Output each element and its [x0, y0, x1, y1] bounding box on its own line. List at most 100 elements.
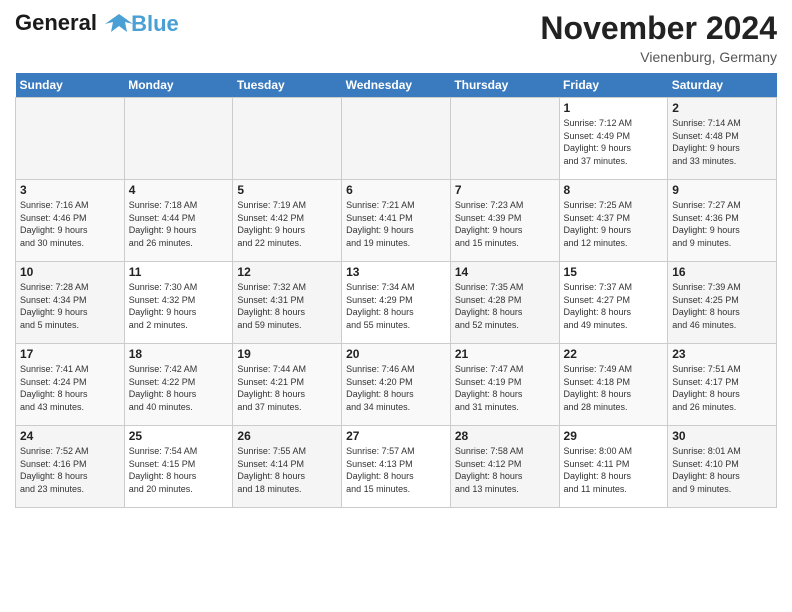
calendar-cell: 15 Sunrise: 7:37 AM Sunset: 4:27 PM Dayli…: [559, 262, 668, 344]
calendar-cell: 13Sunrise: 7:34 AM Sunset: 4:29 PM Dayli…: [342, 262, 451, 344]
day-info: Sunrise: 7:30 AM Sunset: 4:32 PM Dayligh…: [129, 281, 229, 331]
calendar-cell: 27 Sunrise: 7:57 AM Sunset: 4:13 PM Dayli…: [342, 426, 451, 508]
location: Vienenburg, Germany: [540, 49, 777, 65]
day-number: 26: [237, 429, 337, 443]
calendar-cell: [450, 98, 559, 180]
day-number: 28: [455, 429, 555, 443]
day-number: 22: [564, 347, 664, 361]
day-number: 14: [455, 265, 555, 279]
calendar-cell: 19 Sunrise: 7:44 AM Sunset: 4:21 PM Dayli…: [233, 344, 342, 426]
day-number: 8: [564, 183, 664, 197]
calendar-cell: 5 Sunrise: 7:19 AM Sunset: 4:42 PM Daylig…: [233, 180, 342, 262]
day-number: 16: [672, 265, 772, 279]
calendar-cell: 18Sunrise: 7:42 AM Sunset: 4:22 PM Dayli…: [124, 344, 233, 426]
day-number: 25: [129, 429, 229, 443]
day-info: Sunrise: 7:21 AM Sunset: 4:41 PM Dayligh…: [346, 199, 446, 249]
day-info: Sunrise: 7:12 AM Sunset: 4:49 PM Dayligh…: [564, 117, 664, 167]
day-number: 24: [20, 429, 120, 443]
day-info: Sunrise: 7:25 AM Sunset: 4:37 PM Dayligh…: [564, 199, 664, 249]
day-info: Sunrise: 7:35 AM Sunset: 4:28 PM Dayligh…: [455, 281, 555, 331]
header: General Blue November 2024 Vienenburg, G…: [15, 10, 777, 65]
calendar-cell: 25 Sunrise: 7:54 AM Sunset: 4:15 PM Dayli…: [124, 426, 233, 508]
day-info: Sunrise: 8:00 AM Sunset: 4:11 PM Dayligh…: [564, 445, 664, 495]
col-thursday: Thursday: [450, 73, 559, 98]
day-number: 13: [346, 265, 446, 279]
calendar-cell: [124, 98, 233, 180]
day-info: Sunrise: 7:47 AM Sunset: 4:19 PM Dayligh…: [455, 363, 555, 413]
day-info: Sunrise: 7:14 AM Sunset: 4:48 PM Dayligh…: [672, 117, 772, 167]
calendar-cell: 9 Sunrise: 7:27 AM Sunset: 4:36 PM Daylig…: [668, 180, 777, 262]
calendar-cell: 29 Sunrise: 8:00 AM Sunset: 4:11 PM Dayli…: [559, 426, 668, 508]
calendar-cell: 26 Sunrise: 7:55 AM Sunset: 4:14 PM Dayli…: [233, 426, 342, 508]
day-info: Sunrise: 7:28 AM Sunset: 4:34 PM Dayligh…: [20, 281, 120, 331]
day-info: Sunrise: 7:19 AM Sunset: 4:42 PM Dayligh…: [237, 199, 337, 249]
col-wednesday: Wednesday: [342, 73, 451, 98]
day-number: 21: [455, 347, 555, 361]
calendar-cell: [233, 98, 342, 180]
logo-bird-icon: [105, 10, 133, 38]
col-tuesday: Tuesday: [233, 73, 342, 98]
day-number: 1: [564, 101, 664, 115]
day-number: 11: [129, 265, 229, 279]
day-info: Sunrise: 7:57 AM Sunset: 4:13 PM Dayligh…: [346, 445, 446, 495]
day-info: Sunrise: 7:39 AM Sunset: 4:25 PM Dayligh…: [672, 281, 772, 331]
day-info: Sunrise: 7:54 AM Sunset: 4:15 PM Dayligh…: [129, 445, 229, 495]
page-container: General Blue November 2024 Vienenburg, G…: [0, 0, 792, 513]
day-info: Sunrise: 7:42 AM Sunset: 4:22 PM Dayligh…: [129, 363, 229, 413]
day-number: 4: [129, 183, 229, 197]
calendar-cell: 21 Sunrise: 7:47 AM Sunset: 4:19 PM Dayli…: [450, 344, 559, 426]
day-info: Sunrise: 7:23 AM Sunset: 4:39 PM Dayligh…: [455, 199, 555, 249]
day-info: Sunrise: 7:16 AM Sunset: 4:46 PM Dayligh…: [20, 199, 120, 249]
calendar-cell: 17Sunrise: 7:41 AM Sunset: 4:24 PM Dayli…: [16, 344, 125, 426]
day-number: 27: [346, 429, 446, 443]
calendar-cell: 16 Sunrise: 7:39 AM Sunset: 4:25 PM Dayli…: [668, 262, 777, 344]
week-row-2: 3Sunrise: 7:16 AM Sunset: 4:46 PM Daylig…: [16, 180, 777, 262]
day-info: Sunrise: 7:51 AM Sunset: 4:17 PM Dayligh…: [672, 363, 772, 413]
calendar-cell: 11 Sunrise: 7:30 AM Sunset: 4:32 PM Dayli…: [124, 262, 233, 344]
day-number: 7: [455, 183, 555, 197]
day-number: 17: [20, 347, 120, 361]
day-info: Sunrise: 7:49 AM Sunset: 4:18 PM Dayligh…: [564, 363, 664, 413]
calendar-cell: 12Sunrise: 7:32 AM Sunset: 4:31 PM Dayli…: [233, 262, 342, 344]
col-saturday: Saturday: [668, 73, 777, 98]
calendar-cell: 23 Sunrise: 7:51 AM Sunset: 4:17 PM Dayli…: [668, 344, 777, 426]
calendar-table: Sunday Monday Tuesday Wednesday Thursday…: [15, 73, 777, 508]
day-info: Sunrise: 7:27 AM Sunset: 4:36 PM Dayligh…: [672, 199, 772, 249]
day-info: Sunrise: 7:44 AM Sunset: 4:21 PM Dayligh…: [237, 363, 337, 413]
day-number: 20: [346, 347, 446, 361]
col-sunday: Sunday: [16, 73, 125, 98]
calendar-cell: 10 Sunrise: 7:28 AM Sunset: 4:34 PM Dayli…: [16, 262, 125, 344]
logo-blue: Blue: [131, 11, 179, 37]
day-number: 23: [672, 347, 772, 361]
day-info: Sunrise: 7:46 AM Sunset: 4:20 PM Dayligh…: [346, 363, 446, 413]
day-number: 10: [20, 265, 120, 279]
calendar-cell: 28Sunrise: 7:58 AM Sunset: 4:12 PM Dayli…: [450, 426, 559, 508]
calendar-cell: 6 Sunrise: 7:21 AM Sunset: 4:41 PM Daylig…: [342, 180, 451, 262]
day-info: Sunrise: 7:37 AM Sunset: 4:27 PM Dayligh…: [564, 281, 664, 331]
day-number: 29: [564, 429, 664, 443]
day-info: Sunrise: 7:18 AM Sunset: 4:44 PM Dayligh…: [129, 199, 229, 249]
calendar-cell: 22 Sunrise: 7:49 AM Sunset: 4:18 PM Dayli…: [559, 344, 668, 426]
calendar-cell: 14 Sunrise: 7:35 AM Sunset: 4:28 PM Dayli…: [450, 262, 559, 344]
day-info: Sunrise: 7:55 AM Sunset: 4:14 PM Dayligh…: [237, 445, 337, 495]
calendar-cell: 24 Sunrise: 7:52 AM Sunset: 4:16 PM Dayli…: [16, 426, 125, 508]
calendar-cell: 7 Sunrise: 7:23 AM Sunset: 4:39 PM Daylig…: [450, 180, 559, 262]
day-number: 6: [346, 183, 446, 197]
week-row-3: 10 Sunrise: 7:28 AM Sunset: 4:34 PM Dayli…: [16, 262, 777, 344]
logo: General Blue: [15, 10, 179, 38]
week-row-5: 24 Sunrise: 7:52 AM Sunset: 4:16 PM Dayli…: [16, 426, 777, 508]
day-number: 19: [237, 347, 337, 361]
week-row-1: 1 Sunrise: 7:12 AM Sunset: 4:49 PM Daylig…: [16, 98, 777, 180]
day-number: 15: [564, 265, 664, 279]
day-info: Sunrise: 7:52 AM Sunset: 4:16 PM Dayligh…: [20, 445, 120, 495]
title-area: November 2024 Vienenburg, Germany: [540, 10, 777, 65]
day-number: 5: [237, 183, 337, 197]
day-number: 9: [672, 183, 772, 197]
day-number: 2: [672, 101, 772, 115]
calendar-cell: 3Sunrise: 7:16 AM Sunset: 4:46 PM Daylig…: [16, 180, 125, 262]
logo-general: General: [15, 10, 97, 35]
col-monday: Monday: [124, 73, 233, 98]
month-title: November 2024: [540, 10, 777, 47]
day-number: 30: [672, 429, 772, 443]
col-friday: Friday: [559, 73, 668, 98]
